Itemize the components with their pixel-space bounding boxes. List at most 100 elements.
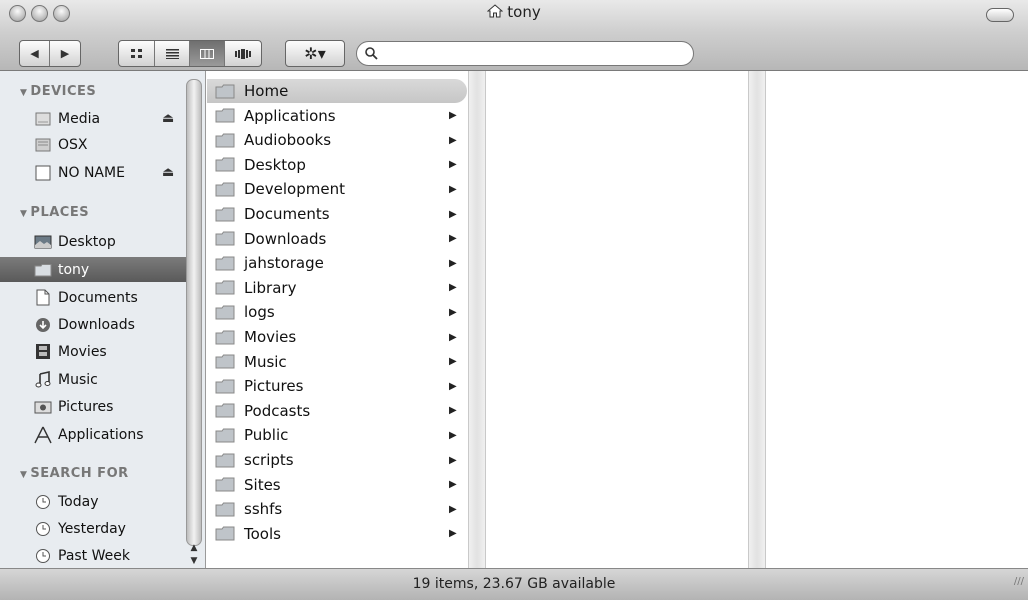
disclosure-arrow-icon: ▶	[449, 429, 457, 441]
folder-row[interactable]: jahstorage ▶	[207, 251, 467, 275]
folder-row[interactable]: Documents ▶	[207, 202, 467, 226]
eject-icon[interactable]: ⏏	[162, 111, 174, 126]
back-button[interactable]: ◀	[20, 41, 50, 66]
folder-label: sshfs	[244, 500, 283, 519]
folder-row[interactable]: scripts ▶	[207, 448, 467, 472]
disclosure-arrow-icon: ▶	[449, 503, 457, 515]
forward-button[interactable]: ▶	[50, 41, 80, 66]
drive-icon	[34, 164, 52, 182]
search-field[interactable]	[356, 41, 694, 66]
sidebar-item-media[interactable]: Media ⏏	[0, 106, 186, 131]
folder-row[interactable]: Library ▶	[207, 276, 467, 300]
folder-row[interactable]: Downloads ▶	[207, 227, 467, 251]
sidebar-item-documents[interactable]: Documents	[0, 285, 186, 310]
folder-icon	[215, 330, 235, 344]
folder-row[interactable]: Public ▶	[207, 423, 467, 447]
back-forward-group: ◀ ▶	[19, 40, 81, 67]
folder-row[interactable]: Home	[207, 79, 467, 103]
sidebar-item-past-week[interactable]: Past Week	[0, 543, 186, 568]
drive-icon	[34, 136, 52, 154]
sidebar-item-label: Today	[58, 493, 99, 510]
status-text: 19 items, 23.67 GB available	[412, 576, 616, 592]
sidebar-item-no-name[interactable]: NO NAME ⏏	[0, 160, 186, 185]
drive-icon	[34, 110, 52, 128]
home-icon	[487, 4, 504, 18]
sidebar-item-downloads[interactable]: Downloads	[0, 312, 186, 337]
coverflow-view-button[interactable]	[225, 41, 261, 66]
back-arrow-icon: ◀	[30, 47, 39, 60]
folder-icon	[215, 305, 235, 320]
folder-label: Documents	[244, 205, 330, 223]
disclosure-arrow-icon: ▶	[449, 282, 457, 294]
sidebar-item-pictures[interactable]: Pictures	[0, 394, 186, 419]
folder-label: Pictures	[244, 377, 304, 396]
sidebar-item-label: Desktop	[58, 233, 116, 250]
action-menu-button[interactable]: ✲▾	[285, 40, 345, 67]
disclosure-arrow-icon: ▶	[449, 233, 457, 245]
folder-row[interactable]: Sites ▶	[207, 473, 467, 497]
folder-icon	[215, 403, 235, 418]
column-view-button[interactable]	[190, 41, 225, 66]
sidebar-item-today[interactable]: Today	[0, 489, 186, 514]
disclosure-arrow-icon: ▶	[449, 134, 457, 146]
eject-icon[interactable]: ⏏	[162, 165, 174, 180]
folder-icon	[215, 207, 235, 221]
sidebar-header-places: ▼ PLACES	[20, 205, 90, 220]
folder-label: Home	[244, 82, 289, 100]
folder-row[interactable]: Movies ▶	[207, 325, 467, 349]
column-divider[interactable]	[748, 71, 766, 568]
sidebar-scrollbar[interactable]	[186, 79, 202, 546]
window-title-text: tony	[507, 3, 541, 21]
sidebar-item-osx[interactable]: OSX	[0, 132, 186, 157]
folder-row[interactable]: Audiobooks ▶	[207, 128, 467, 152]
home-folder-icon	[34, 261, 52, 279]
disclosure-arrow-icon: ▶	[449, 356, 457, 368]
column-divider[interactable]	[468, 71, 486, 568]
sidebar-item-movies[interactable]: Movies	[0, 339, 186, 364]
folder-icon	[215, 502, 235, 517]
disclosure-arrow-icon: ▶	[449, 183, 457, 195]
folder-row[interactable]: Podcasts ▶	[207, 399, 467, 423]
folder-row[interactable]: logs ▶	[207, 300, 467, 324]
folder-icon	[215, 526, 235, 541]
folder-row[interactable]: Development ▶	[207, 177, 467, 201]
folder-row[interactable]: Pictures ▶	[207, 374, 467, 398]
folder-icon	[215, 477, 235, 492]
music-icon	[34, 371, 52, 389]
toolbar-toggle-button[interactable]	[986, 8, 1014, 22]
sidebar-item-label: Past Week	[58, 547, 130, 564]
sidebar-item-label: Movies	[58, 343, 107, 360]
folder-icon	[215, 428, 235, 443]
folder-icon	[215, 379, 235, 394]
sidebar-item-applications[interactable]: Applications	[0, 422, 186, 447]
pictures-icon	[34, 398, 52, 416]
folder-row[interactable]: Music ▶	[207, 350, 467, 374]
sidebar-item-tony[interactable]: tony	[0, 257, 186, 282]
search-input[interactable]	[382, 45, 693, 62]
sidebar-item-yesterday[interactable]: Yesterday	[0, 516, 186, 541]
scroll-up-arrow-icon[interactable]: ▲	[187, 543, 201, 555]
resize-grip-icon[interactable]: ///	[1014, 566, 1024, 597]
sidebar-header-devices: ▼ DEVICES	[20, 84, 97, 99]
folder-row[interactable]: Desktop ▶	[207, 153, 467, 177]
list-view-button[interactable]	[155, 41, 190, 66]
home-icon	[215, 84, 235, 98]
folder-row[interactable]: Applications ▶	[207, 104, 467, 128]
desktop-icon	[34, 233, 52, 251]
sidebar-item-desktop[interactable]: Desktop	[0, 229, 186, 254]
folder-label: Applications	[244, 106, 336, 125]
folder-icon	[215, 157, 235, 172]
folder-row[interactable]: sshfs ▶	[207, 497, 467, 521]
folder-label: Audiobooks	[244, 131, 332, 150]
folder-label: Movies	[244, 328, 297, 346]
sidebar-item-music[interactable]: Music	[0, 367, 186, 392]
disclosure-arrow-icon: ▶	[449, 380, 457, 392]
sidebar-item-label: Documents	[58, 289, 138, 306]
movies-icon	[34, 343, 52, 361]
folder-row[interactable]: Tools ▶	[207, 522, 467, 546]
icon-view-icon	[130, 48, 142, 58]
icon-view-button[interactable]	[119, 41, 155, 66]
scroll-down-arrow-icon[interactable]: ▼	[187, 556, 201, 568]
folder-icon	[215, 280, 235, 295]
column-view-icon	[200, 48, 214, 59]
